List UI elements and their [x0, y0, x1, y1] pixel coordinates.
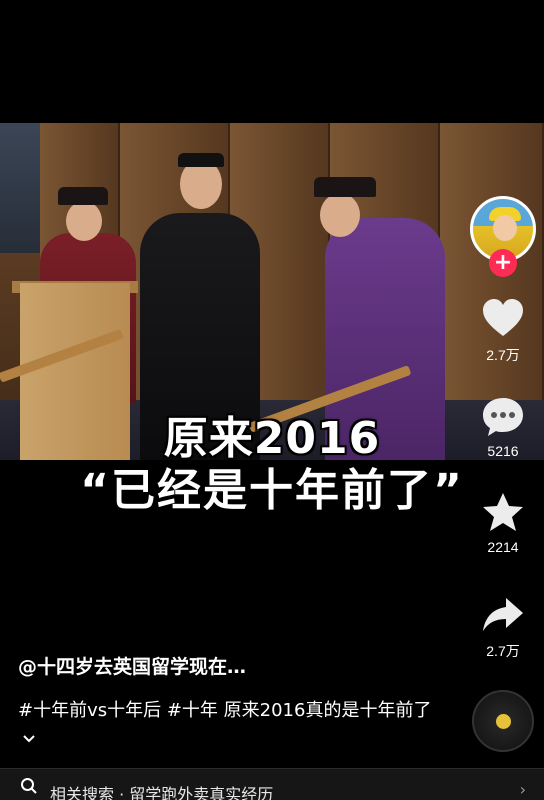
author-name[interactable]: @十四岁去英国留学现在…: [18, 652, 246, 679]
post-description[interactable]: #十年前vs十年后 #十年 原来2016真的是十年前了: [18, 697, 438, 753]
author-avatar[interactable]: +: [470, 196, 536, 277]
related-search-bar[interactable]: 相关搜索 · 留学跑外卖真实经历 ›: [0, 768, 544, 800]
favorite-button[interactable]: 2214: [470, 490, 536, 555]
video-caption-line2: “已经是十年前了”: [80, 465, 464, 516]
chevron-right-icon: ›: [519, 780, 526, 799]
follow-button[interactable]: +: [489, 249, 517, 277]
background-window: [0, 123, 40, 253]
favorite-count: 2214: [487, 539, 519, 555]
star-icon: [483, 493, 523, 531]
chevron-down-icon[interactable]: [22, 734, 36, 744]
related-search-label: 相关搜索 · 留学跑外卖真实经历: [50, 785, 274, 800]
comment-icon: [483, 398, 523, 436]
share-button[interactable]: 2.7万: [470, 592, 536, 661]
like-count: 2.7万: [486, 347, 520, 363]
music-disc[interactable]: [472, 690, 534, 752]
share-count: 2.7万: [486, 643, 520, 659]
description-text: #十年前vs十年后 #十年 原来2016真的是十年前了: [18, 700, 432, 721]
music-disc-center: [496, 714, 511, 729]
like-button[interactable]: 2.7万: [470, 296, 536, 365]
heart-icon: [483, 299, 523, 336]
comment-button[interactable]: 5216: [470, 394, 536, 459]
comment-count: 5216: [487, 443, 519, 459]
search-icon: [21, 778, 37, 794]
share-icon: [483, 598, 523, 631]
